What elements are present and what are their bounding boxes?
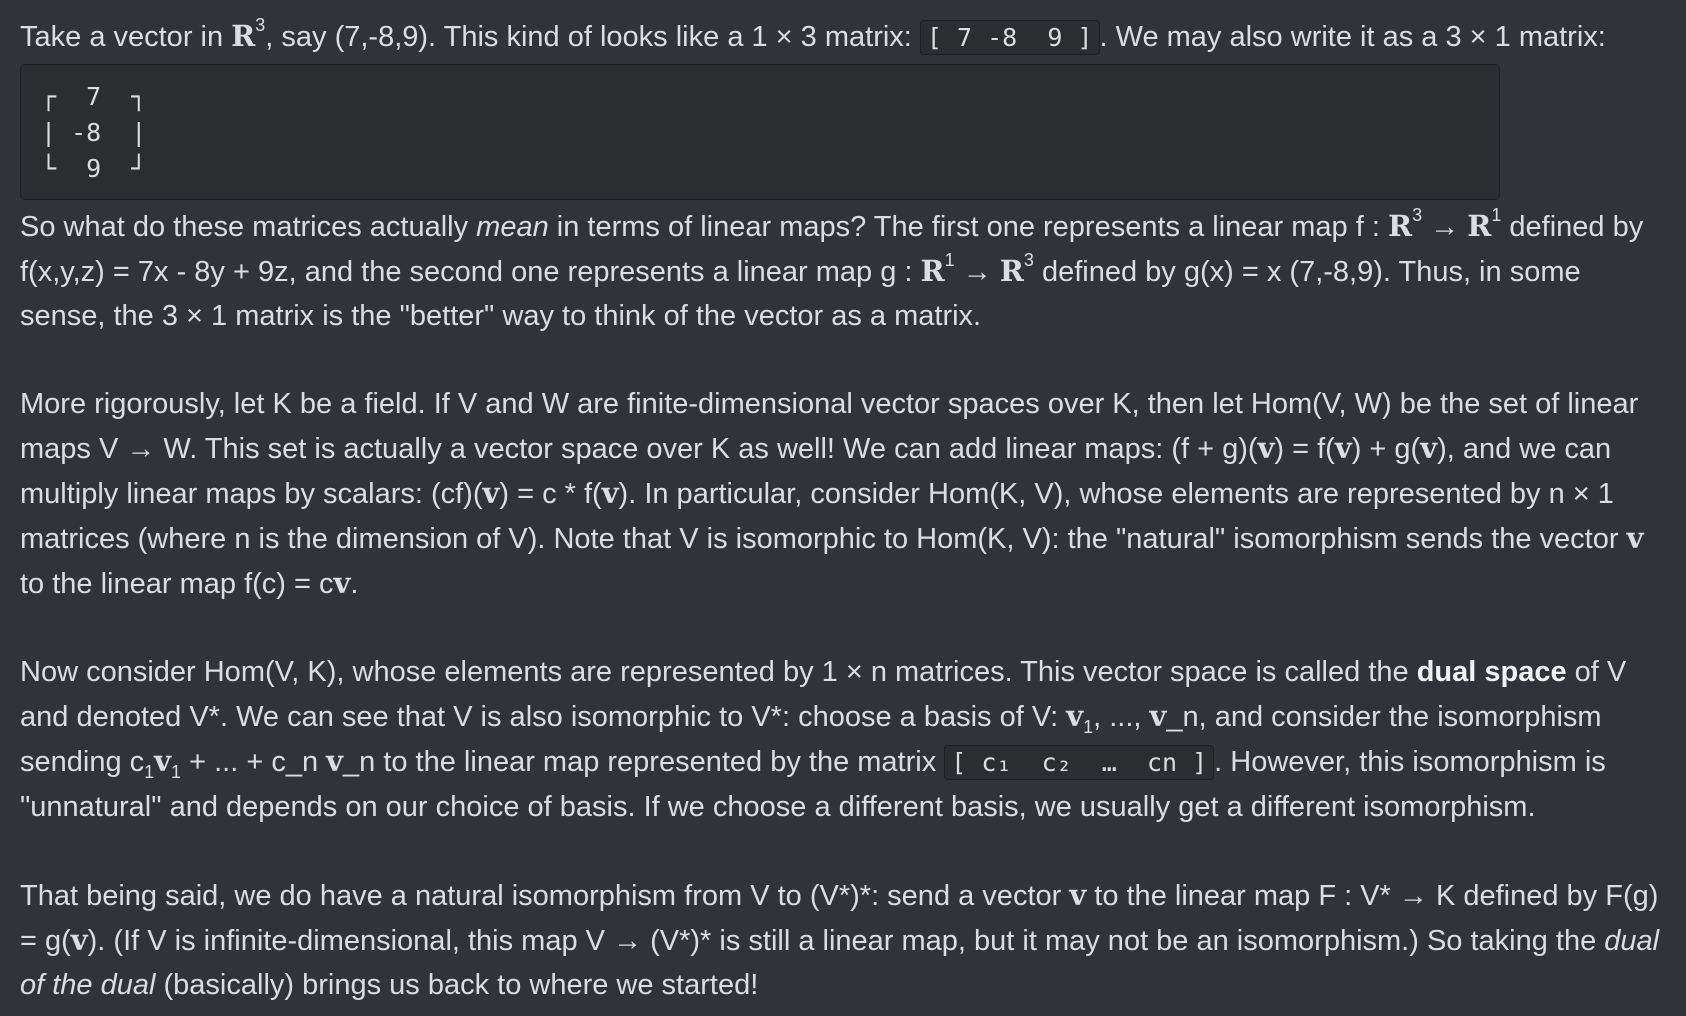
paragraph-intro: Take a vector in R3, say (7,-8,9). This … xyxy=(20,14,1670,60)
bold-term: dual space xyxy=(1416,656,1567,688)
vector-symbol: v xyxy=(1149,699,1167,733)
vector-symbol: v xyxy=(1257,431,1275,465)
vector-symbol: v xyxy=(70,923,88,957)
code-block-column-matrix: ┌ 7 ┐ | -8 | └ 9 ┘ xyxy=(20,64,1500,200)
superscript: 3 xyxy=(1412,205,1423,226)
paragraph-meaning: So what do these matrices actually mean … xyxy=(20,204,1670,338)
vector-symbol: v xyxy=(1626,521,1644,555)
text: . xyxy=(350,568,359,600)
arrow: → xyxy=(1422,211,1468,243)
text: Now consider Hom(V, K), whose elements a… xyxy=(20,656,1417,688)
arrow: → xyxy=(954,256,1000,288)
vector-symbol: v xyxy=(482,476,500,510)
paragraph-rigorous: More rigorously, let K be a field. If V … xyxy=(20,382,1670,606)
emphasis: mean xyxy=(476,211,549,243)
vector-symbol: v xyxy=(1066,699,1084,733)
text: ) = c * f( xyxy=(499,478,602,510)
reals-symbol: R xyxy=(231,19,256,53)
text: ). (If V is infinite-dimensional, this m… xyxy=(87,925,1605,957)
text: That being said, we do have a natural is… xyxy=(20,880,1070,912)
vector-symbol: v xyxy=(1420,431,1438,465)
vector-symbol: v xyxy=(601,476,619,510)
superscript: 3 xyxy=(255,15,266,36)
reals-symbol: R xyxy=(920,254,945,288)
inline-code-coefficient-matrix: [ c₁ c₂ … cn ] xyxy=(944,745,1215,780)
reals-symbol: R xyxy=(999,254,1024,288)
text: , say (7,-8,9). This kind of looks like … xyxy=(265,21,920,53)
subscript: 1 xyxy=(144,761,155,782)
text: ) + g( xyxy=(1351,433,1421,465)
text: , ..., xyxy=(1093,701,1150,733)
vector-symbol: v xyxy=(1334,431,1352,465)
text: ) = f( xyxy=(1274,433,1335,465)
superscript: 3 xyxy=(1023,250,1034,271)
superscript: 1 xyxy=(944,250,955,271)
paragraph-dual-space: Now consider Hom(V, K), whose elements a… xyxy=(20,650,1670,829)
reals-symbol: R xyxy=(1387,209,1413,243)
inline-code-row-matrix: [ 7 -8 9 ] xyxy=(919,20,1100,55)
text: to the linear map f(c) = c xyxy=(20,568,334,600)
subscript: 1 xyxy=(1083,716,1094,737)
vector-symbol: v xyxy=(326,744,343,778)
text: in terms of linear maps? The first one r… xyxy=(548,211,1388,243)
text: (basically) brings us back to where we s… xyxy=(155,969,759,1001)
text: Take a vector in xyxy=(20,21,232,53)
message-content: Take a vector in R3, say (7,-8,9). This … xyxy=(20,14,1670,1007)
text: _n to the linear map represented by the … xyxy=(343,746,945,778)
paragraph-double-dual: That being said, we do have a natural is… xyxy=(20,873,1670,1007)
vector-symbol: v xyxy=(154,744,172,778)
text: So what do these matrices actually xyxy=(20,211,477,243)
superscript: 1 xyxy=(1491,205,1502,226)
vector-symbol: v xyxy=(1069,878,1087,912)
text: . We may also write it as a 3 × 1 matrix… xyxy=(1099,21,1606,53)
reals-symbol: R xyxy=(1467,209,1492,243)
vector-symbol: v xyxy=(333,566,351,600)
text: + ... + c_n xyxy=(181,746,327,778)
subscript: 1 xyxy=(171,761,182,782)
